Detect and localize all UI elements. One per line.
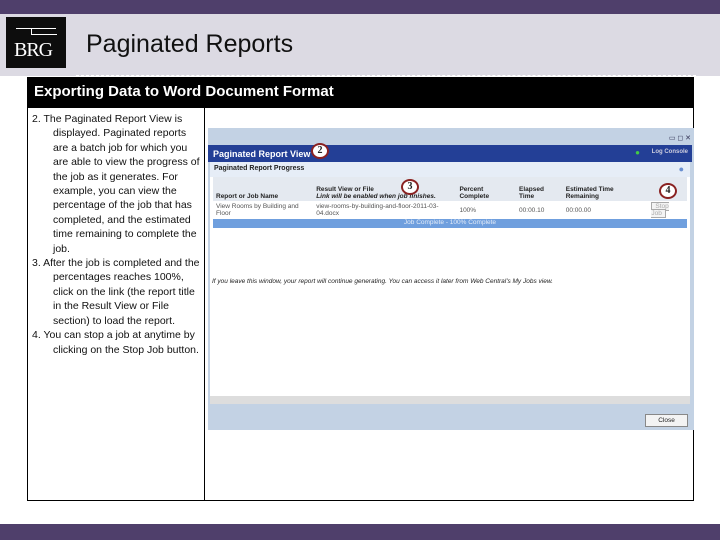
col-label: Result View or File (316, 186, 374, 193)
elapsed-time: 00:00.10 (519, 206, 545, 214)
steps-list: 2. The Paginated Report View is displaye… (32, 112, 202, 357)
job-name: View Rooms by Building and Floor (216, 203, 299, 217)
horizontal-scrollbar[interactable] (210, 396, 690, 404)
section-title: Exporting Data to Word Document Format (27, 77, 694, 108)
progress-subtitle: Paginated Report Progress (210, 162, 690, 177)
top-bar (0, 0, 720, 14)
window-title: Paginated Report View (213, 149, 311, 159)
col-header: Elapsed Time (516, 177, 563, 201)
result-file-link[interactable]: view-rooms-by-building-and-floor-2011-03… (313, 201, 456, 219)
stop-job-button[interactable]: Stop Job (651, 202, 669, 218)
result-hint: Link will be enabled when job finishes. (316, 193, 436, 200)
table-row: View Rooms by Building and Floor view-ro… (213, 201, 687, 219)
brg-logo: BRG (6, 17, 66, 68)
progress-table: Report or Job Name Result View or File Li… (213, 177, 687, 219)
step-4: 4. You can stop a job at anytime by clic… (32, 329, 199, 356)
progress-bar: Job Complete - 100% Complete (213, 219, 687, 228)
info-note: If you leave this window, your report wi… (212, 278, 553, 285)
column-divider (204, 108, 205, 500)
page-title: Paginated Reports (86, 30, 294, 58)
col-header: Estimated Time Remaining (562, 177, 649, 201)
time-remaining: 00:00.00 (565, 206, 592, 214)
step-3: 3. After the job is completed and the pe… (32, 257, 200, 327)
window-controls: ▭ ◻ ✕ (668, 135, 691, 142)
step-2: 2. The Paginated Report View is displaye… (32, 113, 200, 255)
col-header: Result View or File Link will be enabled … (313, 177, 457, 201)
info-icon[interactable]: ● (679, 164, 684, 174)
logo-text: BRG (14, 39, 53, 61)
bottom-bar (0, 524, 720, 540)
callout-3: 3 (401, 179, 419, 195)
report-view-screenshot: ▭ ◻ ✕ Paginated Report View Log Console … (208, 128, 694, 430)
window-body: Paginated Report Progress ● Report or Jo… (210, 162, 690, 400)
close-button[interactable]: Close (645, 414, 688, 427)
percent-complete: 100% (459, 206, 477, 214)
add-icon[interactable]: ● (635, 148, 640, 157)
callout-2: 2 (311, 143, 329, 159)
col-header: Report or Job Name (213, 177, 314, 201)
window-header: Paginated Report View Log Console ● (208, 145, 692, 162)
callout-4: 4 (659, 183, 677, 199)
col-header: Percent Complete (456, 177, 517, 201)
log-console-link[interactable]: Log Console (652, 149, 688, 155)
divider (76, 75, 696, 76)
